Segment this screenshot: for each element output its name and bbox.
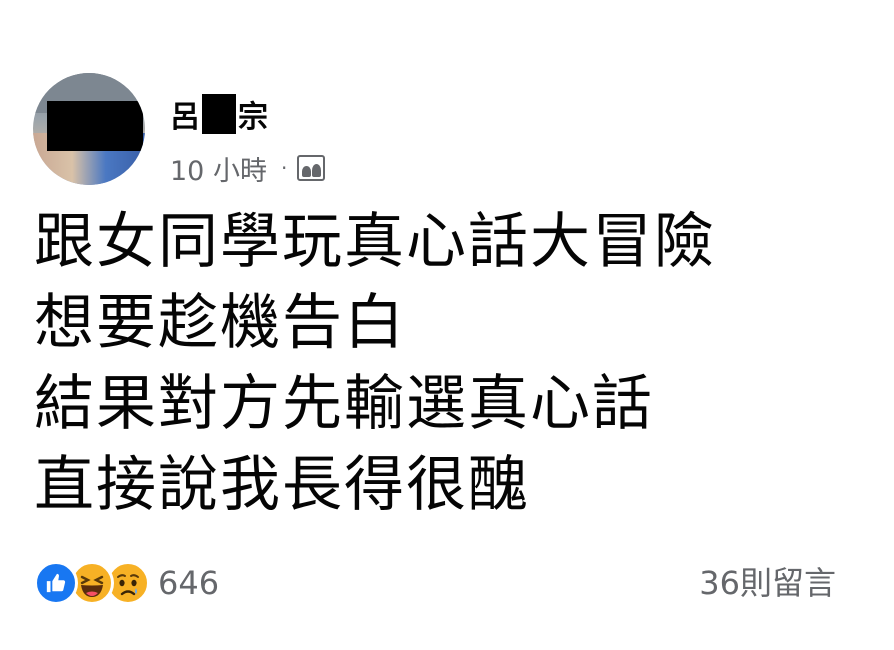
author-name[interactable]: 呂 宗 (170, 93, 268, 135)
post-text-line: 想要趁機告白 (34, 288, 406, 358)
author-avatar[interactable] (33, 73, 145, 185)
like-icon (34, 561, 78, 605)
post-text-line: 結果對方先輸選真心話 (34, 369, 654, 439)
comments-count-link[interactable]: 36則留言 (699, 560, 836, 606)
facebook-post: 呂 宗 10 小時 · 跟女同學玩真心話大冒險 想要趁機告白 結果對方先輸選真心… (0, 0, 894, 650)
friends-icon[interactable] (297, 155, 326, 181)
post-body: 跟女同學玩真心話大冒險 想要趁機告白 結果對方先輸選真心話 直接說我長得很醜 (34, 202, 874, 526)
meta-separator: · (280, 156, 288, 180)
author-name-prefix: 呂 (170, 100, 200, 135)
reaction-count: 646 (158, 564, 220, 602)
author-name-suffix: 宗 (238, 100, 268, 135)
author-name-censor-bar (202, 94, 236, 134)
avatar-censor-bar (47, 101, 143, 151)
post-timestamp[interactable]: 10 小時 (170, 149, 267, 188)
reactions-summary[interactable]: 646 (34, 560, 219, 606)
post-text-line: 跟女同學玩真心話大冒險 (34, 207, 716, 277)
post-text-line: 直接說我長得很醜 (34, 450, 530, 520)
post-meta: 10 小時 · (170, 149, 326, 188)
